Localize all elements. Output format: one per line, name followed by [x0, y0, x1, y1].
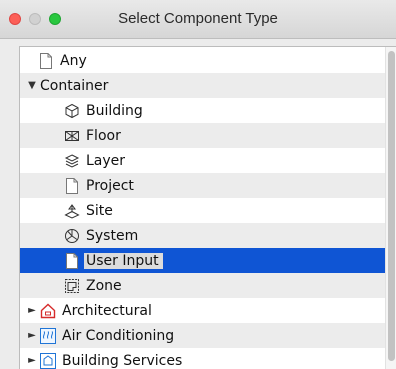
building-services-icon: [40, 352, 56, 369]
document-icon: [64, 177, 80, 194]
tree-item-label: Container: [40, 77, 109, 94]
tree-item-label: Project: [86, 177, 134, 194]
tree-item-label: Any: [60, 52, 87, 69]
air-conditioning-icon: [40, 327, 56, 344]
site-icon: [64, 203, 80, 219]
tree-row[interactable]: Site: [20, 198, 385, 223]
tree-row[interactable]: User Input: [20, 248, 385, 273]
tree-row[interactable]: System: [20, 223, 385, 248]
house-icon: [40, 303, 56, 319]
tree-row[interactable]: Building: [20, 98, 385, 123]
scrollbar-thumb[interactable]: [388, 51, 395, 361]
document-icon: [64, 252, 80, 269]
tree-row[interactable]: ► Building Services: [20, 348, 385, 369]
tree-item-label: System: [86, 227, 139, 244]
tree-item-label: Zone: [86, 277, 122, 294]
disclosure-collapsed-icon[interactable]: ►: [26, 330, 38, 341]
tree-row[interactable]: Zone: [20, 273, 385, 298]
disclosure-collapsed-icon[interactable]: ►: [26, 355, 38, 366]
tree-item-label: Building Services: [62, 352, 183, 369]
disclosure-collapsed-icon[interactable]: ►: [26, 305, 38, 316]
zone-icon: [64, 278, 80, 294]
window-title: Select Component Type: [118, 10, 278, 27]
tree-row[interactable]: Any: [20, 48, 385, 73]
floor-icon: [64, 128, 80, 144]
component-type-tree[interactable]: Any ▼ Container Building Floor Layer Project Si…: [19, 46, 396, 369]
tree-row[interactable]: Floor: [20, 123, 385, 148]
tree-row[interactable]: Layer: [20, 148, 385, 173]
tree-row[interactable]: ▼ Container: [20, 73, 385, 98]
cube-icon: [64, 103, 80, 119]
system-icon: [64, 228, 80, 244]
document-icon: [38, 52, 54, 69]
tree-row[interactable]: ► Architectural: [20, 298, 385, 323]
tree-item-label: Layer: [86, 152, 126, 169]
tree-item-label: Architectural: [62, 302, 152, 319]
tree-item-label: Floor: [86, 127, 121, 144]
scrollbar-track[interactable]: [385, 47, 396, 369]
tree-row[interactable]: Project: [20, 173, 385, 198]
title-bar: Select Component Type: [0, 0, 396, 39]
tree-item-label: Site: [86, 202, 113, 219]
tree-item-label: Building: [86, 102, 143, 119]
tree-row[interactable]: ► Air Conditioning: [20, 323, 385, 348]
disclosure-expanded-icon[interactable]: ▼: [26, 80, 38, 91]
tree-item-label: Air Conditioning: [62, 327, 175, 344]
tree-item-label: User Input: [84, 252, 163, 269]
layers-icon: [64, 153, 80, 169]
